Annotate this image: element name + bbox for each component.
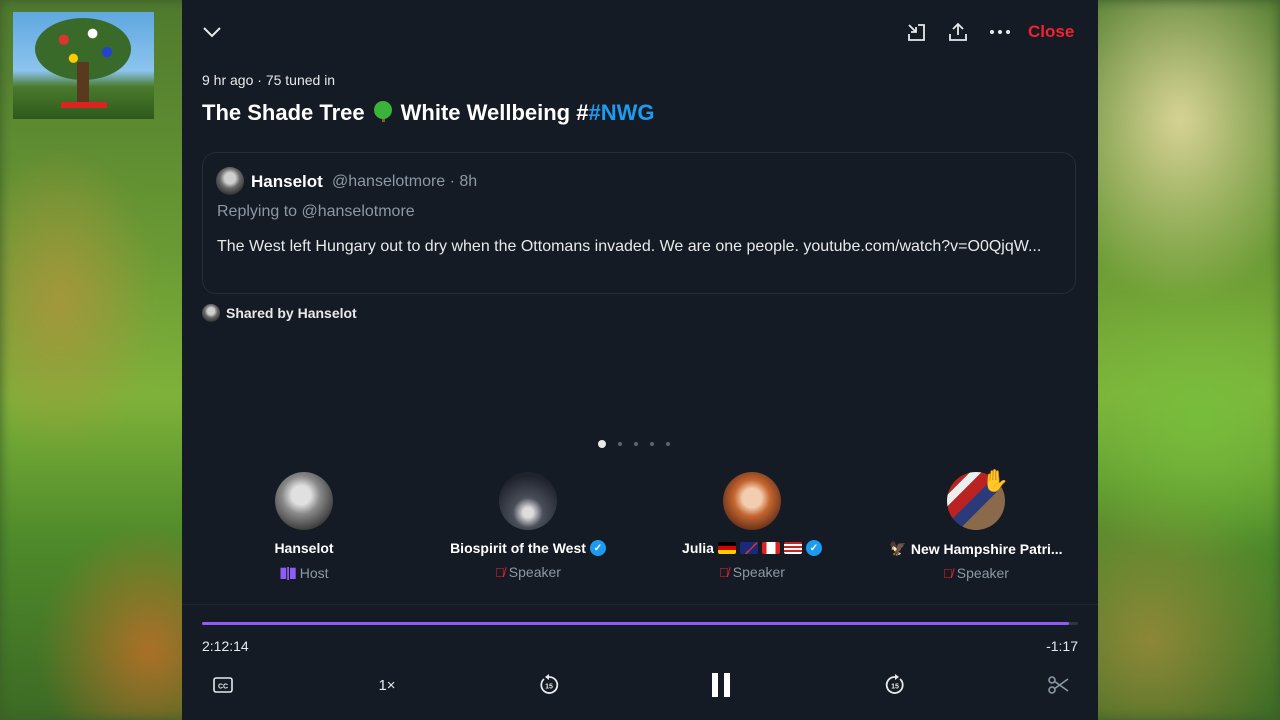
forward-15-icon[interactable]: 15 xyxy=(882,670,908,700)
australia-flag-icon xyxy=(739,542,758,554)
speaker-name-text: Hanselot xyxy=(274,540,334,556)
verified-icon: ✓ xyxy=(805,540,822,556)
space-meta: 9 hr ago · 75 tuned in xyxy=(202,72,336,88)
raised-hand-icon: ✋ xyxy=(981,468,1009,493)
verified-icon: ✓ xyxy=(589,540,606,556)
shared-by: Shared by Hanselot xyxy=(202,304,357,322)
speaker-role-text: Speaker xyxy=(508,564,561,580)
close-button[interactable]: Close xyxy=(1028,22,1074,42)
thumbnail-banner xyxy=(61,102,107,108)
speaker-role-text: Speaker xyxy=(732,564,785,580)
playback-speed-button[interactable]: 1× xyxy=(372,670,402,700)
speaker-role: 🎙̸ Speaker xyxy=(864,565,1088,581)
top-bar: Close xyxy=(182,0,1098,62)
speaker-role-text: Host xyxy=(299,564,329,581)
space-panel: Close 9 hr ago · 75 tuned in The Shade T… xyxy=(182,0,1098,720)
speaker-role: ▮|▮ Host xyxy=(192,564,416,581)
captions-icon[interactable]: CC xyxy=(210,670,236,700)
speaker-role: 🎙̸ Speaker xyxy=(416,564,640,580)
tree-trunk xyxy=(77,62,89,104)
host-waveform-icon: ▮|▮ xyxy=(279,564,296,580)
avatar xyxy=(202,304,220,322)
post-author: Hanselot xyxy=(251,172,323,191)
avatar: ✋ xyxy=(947,468,1009,530)
mic-muted-icon: 🎙̸ xyxy=(943,565,953,581)
speaker-julia[interactable]: Julia ✓ 🎙̸ Speaker xyxy=(640,472,864,580)
avatar xyxy=(216,167,244,195)
page-dot[interactable] xyxy=(634,442,638,446)
divider xyxy=(182,604,1098,605)
dock-icon[interactable] xyxy=(902,18,930,46)
speaker-name-text: Biospirit of the West xyxy=(450,540,586,556)
playback-progress-bar[interactable] xyxy=(202,622,1078,625)
avatar xyxy=(723,472,781,530)
page-dot[interactable] xyxy=(598,440,606,448)
tree-emoji-icon xyxy=(371,100,395,124)
svg-text:CC: CC xyxy=(218,684,228,691)
more-icon[interactable] xyxy=(986,18,1014,46)
pause-icon[interactable] xyxy=(708,670,734,700)
speaker-biospirit[interactable]: Biospirit of the West ✓ 🎙̸ Speaker xyxy=(416,472,640,580)
title-middle: White Wellbeing # xyxy=(400,100,589,125)
mic-muted-icon: 🎙̸ xyxy=(719,564,729,580)
elapsed-time: 2:12:14 xyxy=(202,638,249,654)
share-icon[interactable] xyxy=(944,18,972,46)
page-dot[interactable] xyxy=(618,442,622,446)
progress-fill xyxy=(202,622,1070,625)
replying-to: Replying to @hanselotmore xyxy=(217,203,415,220)
svg-text:15: 15 xyxy=(891,684,899,691)
avatar xyxy=(275,472,333,530)
canada-flag-icon xyxy=(761,542,780,554)
speaker-new-hampshire[interactable]: ✋ 🦅 New Hampshire Patri... 🎙̸ Speaker xyxy=(864,468,1088,581)
scissors-icon[interactable] xyxy=(1046,670,1072,700)
speaker-name: Hanselot xyxy=(192,540,416,556)
page-dot[interactable] xyxy=(666,442,670,446)
rewind-15-icon[interactable]: 15 xyxy=(536,670,562,700)
post-body: The West left Hungary out to dry when th… xyxy=(217,238,1042,255)
speaker-name: Julia ✓ xyxy=(640,540,864,556)
svg-text:15: 15 xyxy=(545,684,553,691)
shared-by-label: Shared by Hanselot xyxy=(226,305,357,321)
speaker-hanselot[interactable]: Hanselot ▮|▮ Host xyxy=(192,472,416,581)
speaker-name-text: Julia xyxy=(682,540,714,556)
mic-muted-icon: 🎙̸ xyxy=(495,564,505,580)
germany-flag-icon xyxy=(717,542,736,554)
avatar xyxy=(499,472,557,530)
title-prefix: The Shade Tree xyxy=(202,100,365,125)
speaker-name-text: New Hampshire Patri... xyxy=(910,540,1063,557)
remaining-time: -1:17 xyxy=(1046,638,1078,654)
chevron-down-icon[interactable] xyxy=(198,18,226,46)
pinned-post-card[interactable]: Hanselot @hanselotmore · 8h Replying to … xyxy=(202,152,1076,294)
hashtag-link[interactable]: #NWG xyxy=(588,100,654,125)
speaker-role-text: Speaker xyxy=(956,565,1009,581)
speaker-name: 🦅 New Hampshire Patri... xyxy=(864,540,1088,557)
post-handle: @hanselotmore · 8h xyxy=(332,173,478,190)
page-dot[interactable] xyxy=(650,442,654,446)
channel-thumbnail xyxy=(13,12,154,119)
space-title: The Shade Tree White Wellbeing ##NWG xyxy=(202,100,654,126)
usa-flag-icon xyxy=(783,542,802,554)
speaker-name: Biospirit of the West ✓ xyxy=(416,540,640,556)
page-indicator xyxy=(598,440,670,448)
speaker-role: 🎙̸ Speaker xyxy=(640,564,864,580)
eagle-icon: 🦅 xyxy=(889,540,907,556)
